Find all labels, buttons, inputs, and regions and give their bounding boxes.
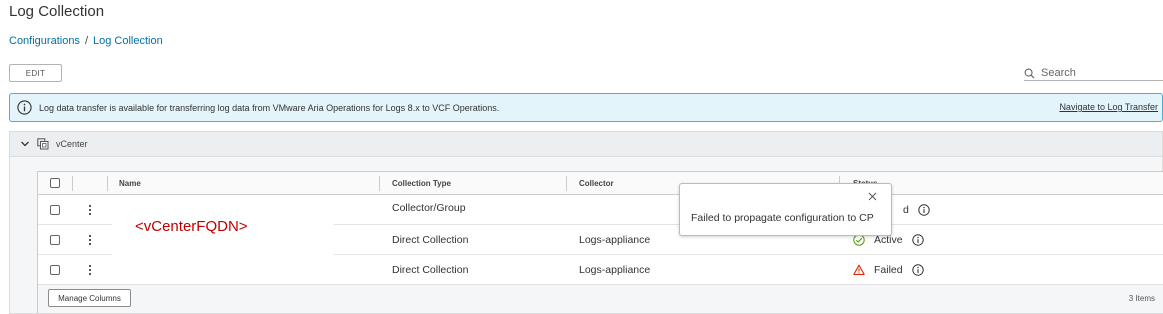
item-count: 3 Items: [1128, 294, 1155, 303]
breadcrumb-configurations-link[interactable]: Configurations: [9, 35, 80, 47]
popover-message: Failed to propagate configuration to CP: [691, 212, 874, 224]
row-checkbox[interactable]: [50, 204, 60, 215]
status-failed: Failed: [853, 264, 924, 276]
column-header-name[interactable]: Name: [119, 172, 141, 194]
column-header-collection-type[interactable]: Collection Type: [392, 172, 451, 194]
table-row: Direct Collection Logs-appliance Failed: [38, 255, 1163, 285]
row-collection-type: Collector/Group: [392, 201, 466, 214]
row-actions-icon[interactable]: [85, 234, 95, 246]
status-info-icon[interactable]: [911, 233, 924, 246]
warning-triangle-icon: [853, 264, 865, 275]
info-banner: Log data transfer is available for trans…: [9, 93, 1163, 122]
row-collector: Logs-appliance: [579, 233, 651, 246]
breadcrumb: Configurations / Log Collection: [9, 35, 163, 47]
status-label: Failed: [874, 263, 903, 276]
row-actions-icon[interactable]: [85, 204, 95, 216]
page-title: Log Collection: [9, 3, 105, 20]
info-icon: [17, 100, 32, 115]
group-label: vCenter: [56, 139, 88, 149]
edit-button[interactable]: EDIT: [9, 64, 62, 82]
close-icon[interactable]: [868, 192, 877, 201]
row-status-partial-text: d: [903, 203, 909, 216]
row-actions-icon[interactable]: [85, 264, 95, 276]
vcenter-group-header[interactable]: vCenter: [10, 132, 1162, 157]
search-icon: [1024, 68, 1035, 79]
breadcrumb-separator: /: [84, 35, 88, 47]
column-header-collector[interactable]: Collector: [579, 172, 614, 194]
navigate-to-log-transfer-link[interactable]: Navigate to Log Transfer: [1059, 102, 1158, 112]
row-collection-type: Direct Collection: [392, 263, 469, 276]
vcenter-icon: [37, 138, 49, 150]
row-checkbox[interactable]: [50, 264, 60, 275]
redacted-collector-block: [576, 199, 679, 217]
select-all-checkbox[interactable]: [50, 178, 60, 188]
row-checkbox[interactable]: [50, 234, 60, 245]
row-collector: Logs-appliance: [579, 263, 651, 276]
vcenter-fqdn-annotation: <vCenterFQDN>: [135, 218, 248, 235]
status-info-icon[interactable]: [911, 263, 924, 276]
status-info-icon[interactable]: [918, 203, 930, 216]
error-popover: Failed to propagate configuration to CP: [679, 183, 892, 236]
search-input[interactable]: Search: [1024, 66, 1163, 81]
banner-message: Log data transfer is available for trans…: [39, 102, 500, 113]
grid-footer: Manage Columns 3 Items: [38, 284, 1163, 313]
search-placeholder: Search: [1041, 67, 1076, 79]
grid-header: Name Collection Type Collector Status: [38, 172, 1163, 195]
chevron-down-icon[interactable]: [20, 140, 30, 148]
row-collection-type: Direct Collection: [392, 233, 469, 246]
breadcrumb-log-collection-link[interactable]: Log Collection: [93, 35, 163, 47]
manage-columns-button[interactable]: Manage Columns: [48, 289, 131, 307]
